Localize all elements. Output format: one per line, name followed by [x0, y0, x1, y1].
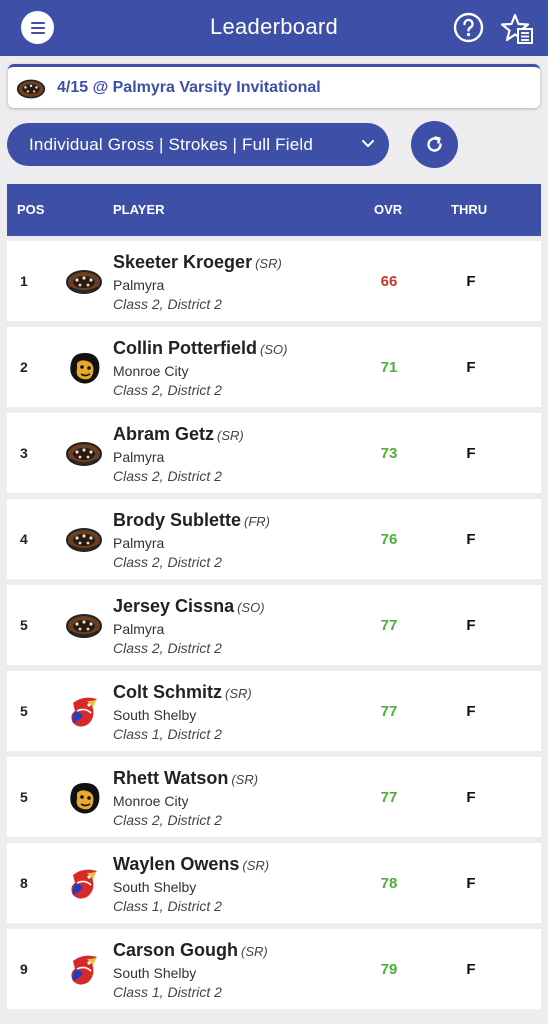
favorites-star-icon[interactable] [500, 12, 534, 46]
player-thru: F [466, 703, 476, 720]
player-class: Class 2, District 2 [113, 296, 222, 312]
player-name[interactable]: Collin Potterfield [113, 338, 257, 358]
player-score: 71 [380, 359, 398, 376]
player-score: 78 [380, 875, 398, 892]
leaderboard-row[interactable]: 2 Collin Potterfield (SO) Monroe City Cla… [7, 327, 541, 407]
player-thru: F [466, 961, 476, 978]
row-position: 2 [20, 359, 28, 375]
help-icon[interactable] [453, 12, 484, 43]
row-position: 5 [20, 617, 28, 633]
player-school: Palmyra [113, 449, 165, 465]
player-class: Class 1, District 2 [113, 726, 222, 742]
player-year: (SR) [231, 772, 259, 787]
player-year: (SR) [255, 256, 282, 271]
player-year: (SR) [242, 858, 270, 873]
row-position: 1 [20, 273, 28, 289]
player-school: Palmyra [113, 277, 165, 293]
column-header-ovr[interactable]: OVR [374, 202, 402, 217]
row-position: 5 [20, 703, 28, 719]
player-school: South Shelby [113, 965, 197, 981]
monroe-city-logo-icon [65, 349, 103, 387]
palmyra-logo-icon [65, 607, 103, 645]
player-score: 77 [380, 789, 398, 806]
player-name[interactable]: Carson Gough [113, 940, 238, 960]
row-position: 5 [20, 789, 28, 805]
refresh-icon [427, 136, 442, 152]
player-thru: F [466, 273, 476, 290]
player-class: Class 1, District 2 [113, 984, 222, 1000]
player-school: South Shelby [113, 879, 197, 895]
leaderboard-row[interactable]: 5 Jersey Cissna (SO) Palmyra Class 2, Dis… [7, 585, 541, 665]
player-year: (SR) [241, 944, 268, 959]
palmyra-logo-icon [65, 521, 103, 559]
player-class: Class 2, District 2 [113, 640, 222, 656]
player-class: Class 2, District 2 [113, 382, 222, 398]
event-card[interactable]: 4/15 @ Palmyra Varsity Invitational [8, 64, 540, 108]
player-school: Palmyra [113, 621, 165, 637]
player-class: Class 2, District 2 [113, 554, 222, 570]
player-thru: F [466, 531, 476, 548]
player-thru: F [466, 445, 476, 462]
player-score: 66 [380, 273, 398, 290]
leaderboard-row[interactable]: 1 Skeeter Kroeger (SR) Palmyra Class 2, D… [7, 241, 541, 321]
column-header-pos[interactable]: POS [17, 202, 44, 217]
player-school: South Shelby [113, 707, 197, 723]
player-thru: F [466, 875, 476, 892]
player-school: Monroe City [113, 363, 189, 379]
chevron-down-icon [362, 140, 374, 147]
player-thru: F [466, 617, 476, 634]
player-year: (FR) [244, 514, 271, 529]
leaderboard-row[interactable]: 4 Brody Sublette (FR) Palmyra Class 2, Di… [7, 499, 541, 579]
palmyra-logo-icon [65, 263, 103, 301]
player-thru: F [466, 789, 476, 806]
player-name[interactable]: Abram Getz [113, 424, 214, 444]
player-name[interactable]: Jersey Cissna [113, 596, 234, 616]
player-year: (SO) [237, 600, 265, 615]
row-position: 3 [20, 445, 28, 461]
player-score: 76 [380, 531, 398, 548]
player-class: Class 2, District 2 [113, 468, 222, 484]
table-header: POS PLAYER OVR THRU [7, 184, 541, 236]
view-select-label: Individual Gross | Strokes | Full Field [29, 135, 314, 154]
row-position: 4 [20, 531, 28, 547]
player-thru: F [466, 359, 476, 376]
leaderboard-row[interactable]: 3 Abram Getz (SR) Palmyra Class 2, Distri… [7, 413, 541, 493]
player-score: 77 [380, 617, 398, 634]
leaderboard-row[interactable]: 5 Colt Schmitz (SR) South Shelby Class 1,… [7, 671, 541, 751]
row-position: 9 [20, 961, 28, 977]
player-class: Class 2, District 2 [113, 812, 222, 828]
leaderboard-row[interactable]: 9 Carson Gough (SR) South Shelby Class 1,… [7, 929, 541, 1009]
palmyra-logo-icon [65, 435, 103, 473]
leaderboard-list: 1 Skeeter Kroeger (SR) Palmyra Class 2, D… [7, 241, 541, 1015]
player-class: Class 1, District 2 [113, 898, 222, 914]
refresh-button[interactable] [411, 121, 458, 168]
player-name[interactable]: Skeeter Kroeger [113, 252, 252, 272]
south-shelby-logo-icon [65, 693, 103, 731]
view-select-dropdown[interactable]: Individual Gross | Strokes | Full Field [7, 123, 389, 166]
top-bar: Leaderboard [0, 0, 548, 56]
column-header-player[interactable]: PLAYER [113, 202, 165, 217]
player-score: 73 [380, 445, 398, 462]
player-school: Monroe City [113, 793, 189, 809]
palmyra-logo-icon [16, 79, 46, 99]
row-position: 8 [20, 875, 28, 891]
player-name[interactable]: Waylen Owens [113, 854, 239, 874]
player-year: (SR) [217, 428, 244, 443]
player-school: Palmyra [113, 535, 165, 551]
player-year: (SO) [260, 342, 288, 357]
south-shelby-logo-icon [65, 951, 103, 989]
event-title: 4/15 @ Palmyra Varsity Invitational [57, 79, 321, 96]
column-header-thru[interactable]: THRU [451, 202, 487, 217]
player-name[interactable]: Colt Schmitz [113, 682, 222, 702]
player-score: 77 [380, 703, 398, 720]
leaderboard-row[interactable]: 8 Waylen Owens (SR) South Shelby Class 1,… [7, 843, 541, 923]
player-name[interactable]: Rhett Watson [113, 768, 228, 788]
monroe-city-logo-icon [65, 779, 103, 817]
player-year: (SR) [225, 686, 252, 701]
player-score: 79 [380, 961, 398, 978]
south-shelby-logo-icon [65, 865, 103, 903]
player-name[interactable]: Brody Sublette [113, 510, 241, 530]
leaderboard-row[interactable]: 5 Rhett Watson (SR) Monroe City Class 2, … [7, 757, 541, 837]
